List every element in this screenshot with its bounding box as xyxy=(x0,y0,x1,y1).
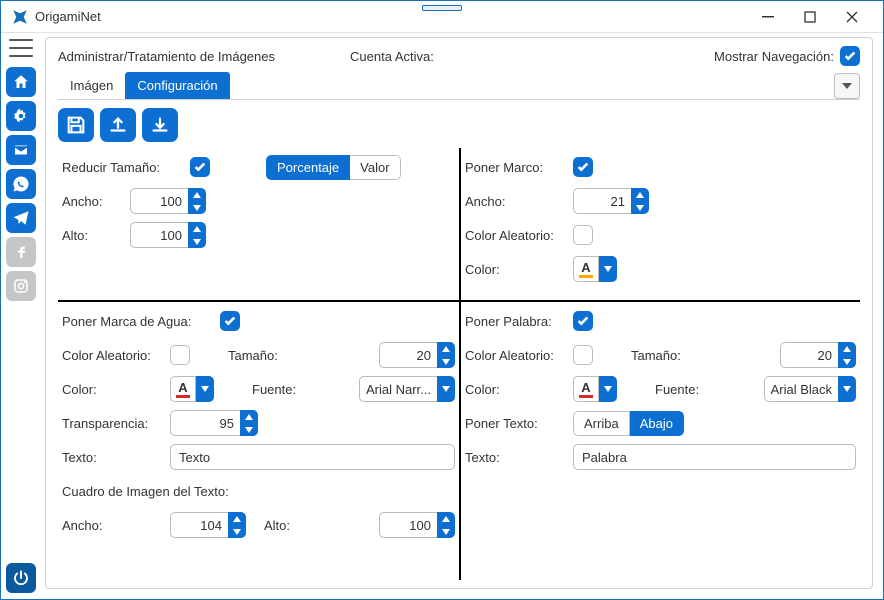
resize-checkbox[interactable] xyxy=(190,157,210,177)
word-random-label: Color Aleatorio: xyxy=(465,348,565,363)
frame-checkbox[interactable] xyxy=(573,157,593,177)
breadcrumb: Administrar/Tratamiento de Imágenes xyxy=(58,49,338,64)
word-size-stepper[interactable] xyxy=(780,342,856,368)
wm-text-input[interactable] xyxy=(170,444,455,470)
wm-color-label: Color: xyxy=(62,382,162,397)
frame-random-checkbox[interactable] xyxy=(573,225,593,245)
resize-height-stepper[interactable] xyxy=(130,222,206,248)
close-button[interactable] xyxy=(831,3,873,31)
word-random-checkbox[interactable] xyxy=(573,345,593,365)
frame-color-picker[interactable]: A xyxy=(573,256,617,282)
word-font-select[interactable]: Arial Black xyxy=(764,376,856,402)
wm-random-label: Color Aleatorio: xyxy=(62,348,162,363)
wm-box-width-label: Ancho: xyxy=(62,518,162,533)
sidebar-whatsapp[interactable] xyxy=(6,169,36,199)
word-pos-segment[interactable]: Arriba Abajo xyxy=(573,411,684,436)
minimize-button[interactable] xyxy=(747,3,789,31)
window-title: OrigamiNet xyxy=(35,9,101,24)
title-bar: OrigamiNet xyxy=(1,1,883,33)
download-button[interactable] xyxy=(142,108,178,142)
resize-mode-value[interactable]: Valor xyxy=(350,155,400,180)
word-pos-label: Poner Texto: xyxy=(465,416,565,431)
resize-width-label: Ancho: xyxy=(62,194,122,209)
frame-random-label: Color Aleatorio: xyxy=(465,228,565,243)
sidebar-settings[interactable] xyxy=(6,101,36,131)
resize-height-label: Alto: xyxy=(62,228,122,243)
wm-color-picker[interactable]: A xyxy=(170,376,214,402)
app-logo xyxy=(11,8,29,26)
word-color-picker[interactable]: A xyxy=(573,376,617,402)
wm-size-label: Tamaño: xyxy=(228,348,298,363)
menu-toggle[interactable] xyxy=(9,39,33,57)
drag-handle[interactable] xyxy=(422,5,462,11)
sidebar xyxy=(1,33,41,599)
wm-checkbox[interactable] xyxy=(220,311,240,331)
wm-box-label: Cuadro de Imagen del Texto: xyxy=(62,484,229,499)
word-pos-bottom[interactable]: Abajo xyxy=(630,411,684,436)
word-text-input[interactable] xyxy=(573,444,856,470)
resize-mode-percent[interactable]: Porcentaje xyxy=(266,155,350,180)
resize-mode-segment[interactable]: Porcentaje Valor xyxy=(266,155,401,180)
wm-random-checkbox[interactable] xyxy=(170,345,190,365)
sidebar-home[interactable] xyxy=(6,67,36,97)
tab-image[interactable]: Imágen xyxy=(58,72,125,99)
sidebar-telegram[interactable] xyxy=(6,203,36,233)
sidebar-power[interactable] xyxy=(6,563,36,593)
wm-box-height-label: Alto: xyxy=(264,518,334,533)
wm-box-width-stepper[interactable] xyxy=(170,512,246,538)
word-checkbox[interactable] xyxy=(573,311,593,331)
frame-color-label: Color: xyxy=(465,262,565,277)
maximize-button[interactable] xyxy=(789,3,831,31)
wm-title: Poner Marca de Agua: xyxy=(62,314,212,329)
account-label: Cuenta Activa: xyxy=(350,49,434,64)
frame-width-stepper[interactable] xyxy=(573,188,649,214)
wm-alpha-stepper[interactable] xyxy=(170,410,258,436)
sidebar-mail[interactable] xyxy=(6,135,36,165)
wm-size-stepper[interactable] xyxy=(379,342,455,368)
save-button[interactable] xyxy=(58,108,94,142)
word-size-label: Tamaño: xyxy=(631,348,701,363)
resize-title: Reducir Tamaño: xyxy=(62,160,182,175)
word-text-label: Texto: xyxy=(465,450,565,465)
upload-button[interactable] xyxy=(100,108,136,142)
nav-toggle-label: Mostrar Navegación: xyxy=(714,49,834,64)
wm-text-label: Texto: xyxy=(62,450,162,465)
tab-config[interactable]: Configuración xyxy=(125,72,229,99)
word-color-label: Color: xyxy=(465,382,565,397)
word-pos-top[interactable]: Arriba xyxy=(573,411,630,436)
word-font-label: Fuente: xyxy=(655,382,725,397)
nav-toggle-checkbox[interactable] xyxy=(840,46,860,66)
wm-box-height-stepper[interactable] xyxy=(379,512,455,538)
wm-alpha-label: Transparencia: xyxy=(62,416,162,431)
wm-font-label: Fuente: xyxy=(252,382,322,397)
wm-font-select[interactable]: Arial Narr... xyxy=(359,376,455,402)
tabs-overflow-button[interactable] xyxy=(834,73,860,99)
frame-width-label: Ancho: xyxy=(465,194,565,209)
frame-title: Poner Marco: xyxy=(465,160,565,175)
sidebar-instagram[interactable] xyxy=(6,271,36,301)
resize-width-stepper[interactable] xyxy=(130,188,206,214)
word-title: Poner Palabra: xyxy=(465,314,565,329)
sidebar-facebook[interactable] xyxy=(6,237,36,267)
